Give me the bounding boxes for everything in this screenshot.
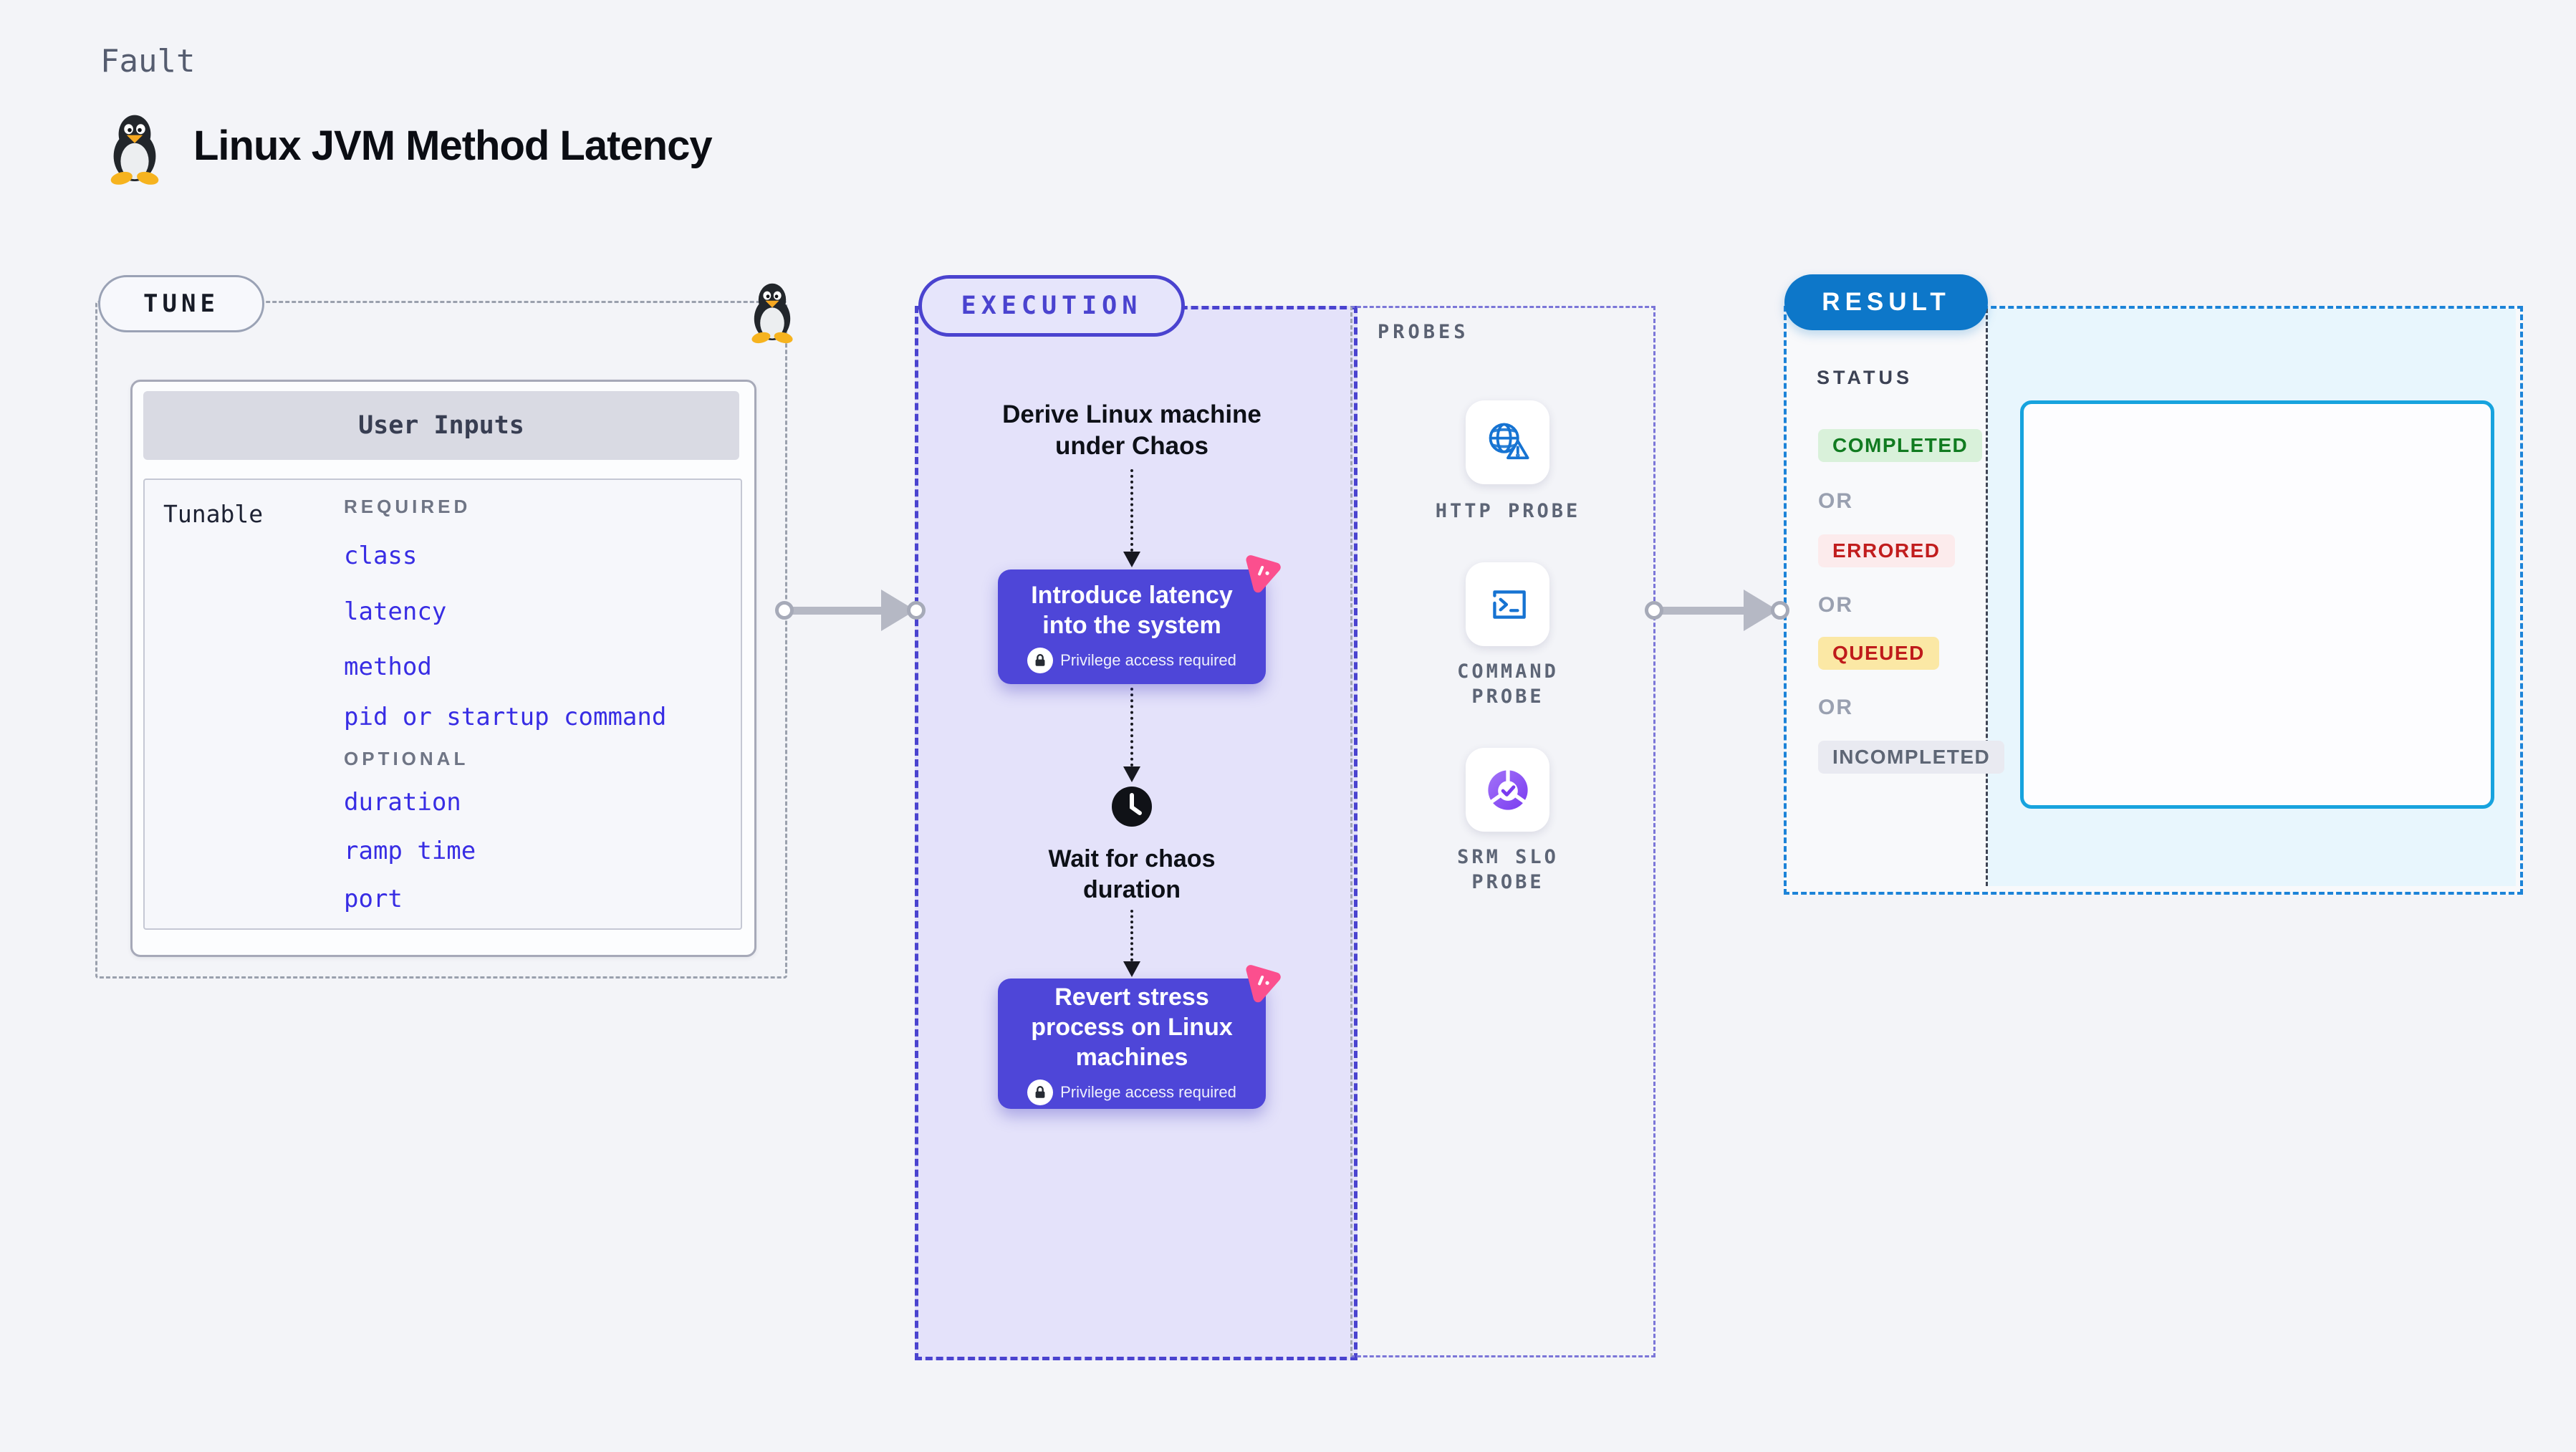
- privilege-badge-text: Privilege access required: [1060, 1083, 1236, 1101]
- tunable-link-ramp-time[interactable]: ramp time: [344, 837, 476, 865]
- optional-group-label: OPTIONAL: [344, 748, 469, 769]
- probes-label: PROBES: [1378, 321, 1469, 343]
- http-probe-card: [1466, 400, 1549, 484]
- flow-arrow-head-icon: [1123, 552, 1140, 567]
- or-label: OR: [1818, 593, 1853, 617]
- probe-name: COMMAND PROBE: [1457, 660, 1559, 708]
- status-badge-incompleted: INCOMPLETED: [1818, 741, 2005, 774]
- privilege-badge: Privilege access required: [1027, 1080, 1236, 1105]
- connector-dot: [775, 601, 794, 620]
- tune-pill: TUNE: [98, 275, 264, 332]
- globe-alert-icon: [1489, 423, 1529, 459]
- tunable-link-latency[interactable]: latency: [344, 597, 446, 626]
- execution-to-result-arrow: [1654, 607, 1747, 615]
- connector-dot: [1771, 601, 1789, 620]
- lock-icon: [1027, 1080, 1054, 1105]
- introduce-latency-node: Introduce latency into the system Privil…: [998, 569, 1266, 684]
- tune-to-execution-arrow: [784, 607, 885, 615]
- chaos-experiment-icon: [1246, 555, 1281, 593]
- status-label: STATUS: [1817, 367, 1913, 388]
- wait-clock-icon: [1112, 787, 1152, 827]
- tunable-row-label: Tunable: [163, 500, 264, 528]
- tux-penguin-icon: [751, 283, 793, 344]
- fault-kicker: Fault: [100, 43, 196, 80]
- flow-arrow-head-icon: [1123, 766, 1140, 782]
- command-probe-card: [1466, 562, 1549, 646]
- node-title: Introduce latency into the system: [1031, 582, 1233, 639]
- status-badge-completed: COMPLETED: [1818, 429, 1983, 462]
- tunable-link-method[interactable]: method: [344, 653, 432, 681]
- output-card: [2020, 400, 2494, 809]
- status-output-divider: [1986, 309, 1988, 886]
- flow-arrow-head-icon: [1123, 961, 1140, 977]
- tunable-link-class[interactable]: class: [344, 542, 417, 570]
- node-title: Revert stress process on Linux machines: [1031, 984, 1233, 1071]
- tux-penguin-icon: [110, 115, 159, 185]
- slo-pie-icon: [1487, 768, 1528, 810]
- or-label: OR: [1818, 696, 1853, 719]
- tunable-link-port[interactable]: port: [344, 885, 403, 913]
- lock-icon: [1027, 648, 1054, 673]
- page-title: Linux JVM Method Latency: [193, 122, 713, 169]
- execution-section-box: [915, 306, 1357, 1360]
- revert-stress-node: Revert stress process on Linux machines …: [998, 979, 1266, 1109]
- probe-name: SRM SLO PROBE: [1457, 846, 1559, 893]
- tunable-link-pid-or-startup-command[interactable]: pid or startup command: [344, 703, 666, 731]
- flow-connector: [1130, 910, 1133, 961]
- user-inputs-header: User Inputs: [143, 391, 739, 460]
- tunable-link-duration[interactable]: duration: [344, 788, 461, 817]
- terminal-icon: [1492, 590, 1526, 619]
- derive-machine-step: Derive Linux machine under Chaos: [1002, 400, 1261, 460]
- fault-diagram-canvas: Fault Linux JVM Method Latency TUNE User…: [0, 0, 2576, 1452]
- required-group-label: REQUIRED: [344, 496, 471, 517]
- or-label: OR: [1818, 489, 1853, 513]
- privilege-badge: Privilege access required: [1027, 648, 1236, 673]
- srm-slo-probe-card: [1466, 748, 1549, 832]
- status-badge-errored: ERRORED: [1818, 534, 1955, 567]
- status-badge-queued: QUEUED: [1818, 637, 1939, 670]
- chaos-experiment-icon: [1246, 965, 1281, 1003]
- flow-connector: [1130, 469, 1133, 552]
- probe-name: HTTP PROBE: [1435, 500, 1581, 522]
- connector-dot: [907, 601, 926, 620]
- result-pill: RESULT: [1784, 274, 1988, 330]
- privilege-badge-text: Privilege access required: [1060, 651, 1236, 669]
- wait-for-chaos-step: Wait for chaos duration: [1048, 845, 1216, 903]
- flow-connector: [1130, 688, 1133, 766]
- execution-pill: EXECUTION: [918, 275, 1185, 337]
- connector-dot: [1645, 601, 1663, 620]
